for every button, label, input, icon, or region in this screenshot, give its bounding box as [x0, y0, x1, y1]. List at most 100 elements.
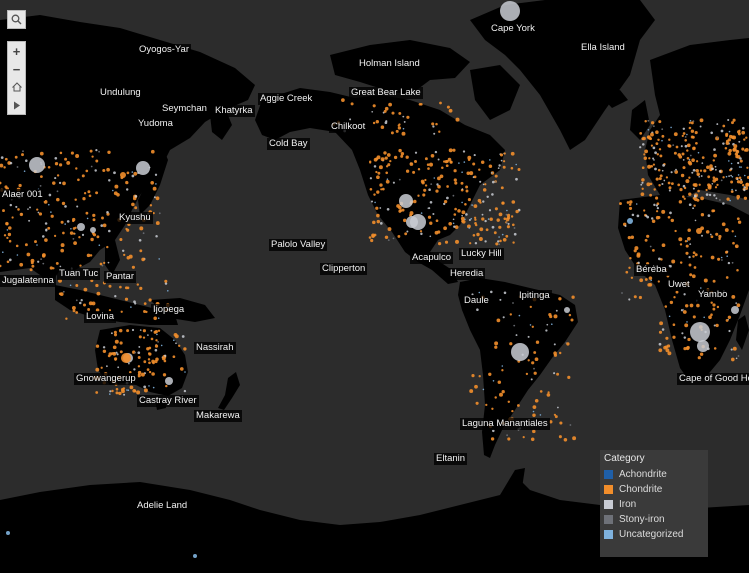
iron-marker[interactable]: [670, 171, 673, 174]
chondrite-marker[interactable]: [446, 105, 450, 109]
chondrite-marker[interactable]: [123, 253, 126, 257]
iron-marker[interactable]: [25, 159, 28, 162]
chondrite-marker[interactable]: [705, 188, 708, 192]
iron-marker[interactable]: [139, 329, 142, 331]
uncategorized-marker[interactable]: [98, 244, 101, 246]
chondrite-marker[interactable]: [568, 313, 572, 317]
chondrite-marker[interactable]: [461, 210, 466, 215]
iron-marker[interactable]: [740, 178, 743, 181]
chondrite-marker[interactable]: [670, 182, 674, 186]
chondrite-marker[interactable]: [417, 167, 421, 171]
chondrite-marker[interactable]: [60, 248, 65, 253]
chondrite-marker[interactable]: [126, 329, 130, 333]
chondrite-marker[interactable]: [496, 218, 500, 222]
uncategorized-marker[interactable]: [463, 161, 466, 163]
chondrite-marker[interactable]: [511, 223, 515, 227]
chondrite-marker[interactable]: [559, 421, 563, 425]
chondrite-marker[interactable]: [668, 138, 671, 141]
chondrite-marker[interactable]: [400, 151, 405, 156]
chondrite-marker[interactable]: [687, 236, 691, 241]
chondrite-marker[interactable]: [443, 226, 447, 231]
chondrite-marker[interactable]: [736, 197, 740, 200]
iron-marker[interactable]: [465, 213, 468, 216]
iron-marker[interactable]: [694, 219, 697, 222]
chondrite-marker[interactable]: [511, 200, 516, 204]
chondrite-marker[interactable]: [670, 218, 675, 223]
iron-marker[interactable]: [373, 165, 377, 168]
chondrite-marker[interactable]: [726, 197, 730, 201]
chondrite-marker[interactable]: [469, 242, 472, 245]
chondrite-marker[interactable]: [385, 171, 388, 175]
iron-marker[interactable]: [515, 177, 518, 181]
iron-marker[interactable]: [137, 351, 141, 355]
iron-marker[interactable]: [436, 183, 439, 186]
chondrite-marker[interactable]: [696, 303, 700, 308]
iron-marker[interactable]: [689, 243, 692, 245]
chondrite-marker[interactable]: [409, 162, 414, 166]
chondrite-marker[interactable]: [441, 166, 444, 170]
chondrite-marker[interactable]: [148, 361, 151, 365]
stony-iron-marker[interactable]: [75, 299, 78, 302]
chondrite-marker[interactable]: [143, 310, 146, 313]
chondrite-marker[interactable]: [661, 243, 666, 248]
chondrite-marker[interactable]: [79, 264, 82, 267]
iron-marker[interactable]: [693, 194, 697, 198]
stony-iron-marker[interactable]: [720, 179, 723, 182]
chondrite-marker[interactable]: [86, 253, 91, 258]
chondrite-marker[interactable]: [95, 367, 100, 372]
chondrite-marker[interactable]: [83, 287, 88, 292]
chondrite-marker[interactable]: [431, 122, 435, 126]
chondrite-marker[interactable]: [62, 181, 66, 186]
chondrite-marker[interactable]: [397, 126, 402, 130]
iron-marker[interactable]: [507, 222, 510, 225]
chondrite-marker[interactable]: [147, 352, 151, 355]
chondrite-marker[interactable]: [446, 185, 449, 188]
chondrite-marker[interactable]: [684, 240, 688, 243]
chondrite-marker[interactable]: [466, 171, 470, 175]
chondrite-marker[interactable]: [658, 177, 662, 181]
chondrite-marker[interactable]: [52, 181, 56, 185]
uncategorized-marker[interactable]: [157, 317, 160, 320]
chondrite-marker[interactable]: [484, 183, 487, 186]
chondrite-marker[interactable]: [96, 291, 101, 296]
uncategorized-marker[interactable]: [478, 291, 481, 294]
iron-marker[interactable]: [406, 230, 409, 233]
chondrite-marker[interactable]: [7, 232, 12, 237]
chondrite-marker[interactable]: [563, 438, 568, 442]
stony-iron-marker[interactable]: [716, 136, 719, 139]
stony-iron-marker[interactable]: [506, 434, 508, 437]
chondrite-marker[interactable]: [375, 206, 379, 210]
chondrite-marker[interactable]: [114, 339, 119, 344]
iron-marker[interactable]: [59, 265, 62, 268]
iron-marker[interactable]: [661, 328, 665, 331]
chondrite-marker[interactable]: [727, 151, 732, 156]
iron-marker[interactable]: [392, 181, 395, 184]
chondrite-marker[interactable]: [566, 342, 570, 346]
chondrite-marker[interactable]: [499, 239, 502, 243]
stony-iron-marker[interactable]: [719, 199, 721, 201]
chondrite-marker[interactable]: [60, 220, 64, 224]
iron-marker-large[interactable]: [410, 214, 426, 230]
chondrite-marker[interactable]: [710, 235, 714, 239]
chondrite-marker[interactable]: [665, 336, 669, 340]
chondrite-marker[interactable]: [173, 333, 178, 337]
chondrite-marker[interactable]: [469, 389, 474, 394]
chondrite-marker[interactable]: [532, 413, 536, 417]
chondrite-marker[interactable]: [485, 228, 489, 232]
chondrite-marker-large[interactable]: [121, 353, 131, 363]
iron-marker[interactable]: [722, 142, 725, 145]
pan-mode-button[interactable]: [8, 96, 25, 114]
chondrite-marker[interactable]: [58, 163, 63, 167]
uncategorized-marker[interactable]: [491, 172, 493, 174]
chondrite-marker[interactable]: [655, 196, 659, 200]
chondrite-marker[interactable]: [655, 177, 659, 181]
chondrite-marker[interactable]: [718, 234, 722, 239]
stony-iron-marker[interactable]: [513, 324, 516, 327]
chondrite-marker[interactable]: [677, 183, 681, 187]
chondrite-marker[interactable]: [722, 176, 725, 179]
uncategorized-marker[interactable]: [689, 119, 692, 122]
chondrite-marker[interactable]: [502, 237, 507, 242]
chondrite-marker[interactable]: [6, 260, 10, 264]
iron-marker[interactable]: [714, 165, 717, 168]
chondrite-marker[interactable]: [112, 345, 117, 350]
